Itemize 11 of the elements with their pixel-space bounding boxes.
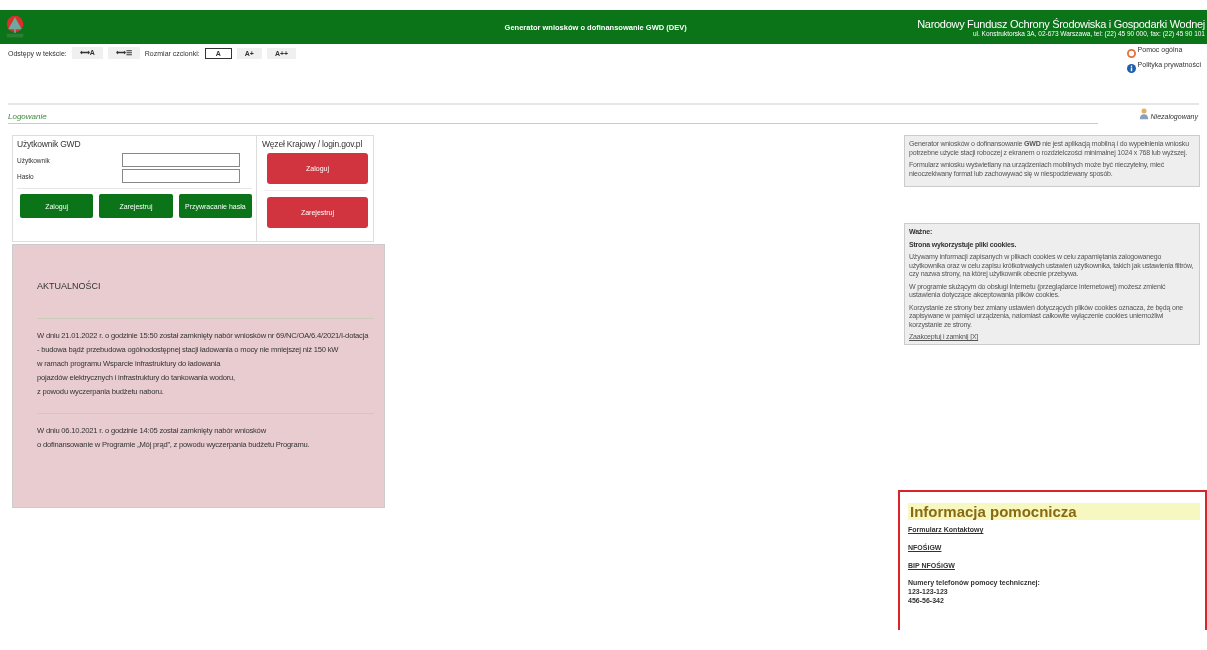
lifebuoy-icon	[1126, 49, 1136, 58]
news-title: AKTUALNOŚCI	[37, 281, 102, 291]
user-icon	[1138, 107, 1149, 120]
panel-title: Użytkownik GWD	[17, 139, 82, 149]
info-icon	[1126, 64, 1136, 73]
panel-title: Węzeł Krajowy / login.gov.pl	[262, 139, 364, 149]
section-title: Logowanie	[8, 112, 47, 123]
input-field[interactable]	[122, 153, 240, 167]
help-title: Informacja pomocnicza	[908, 503, 1200, 520]
input-field[interactable]	[122, 169, 240, 183]
organization-name: Narodowy Fundusz Ochrony Środowiska i Gospodarki Wodnej	[917, 17, 1205, 30]
